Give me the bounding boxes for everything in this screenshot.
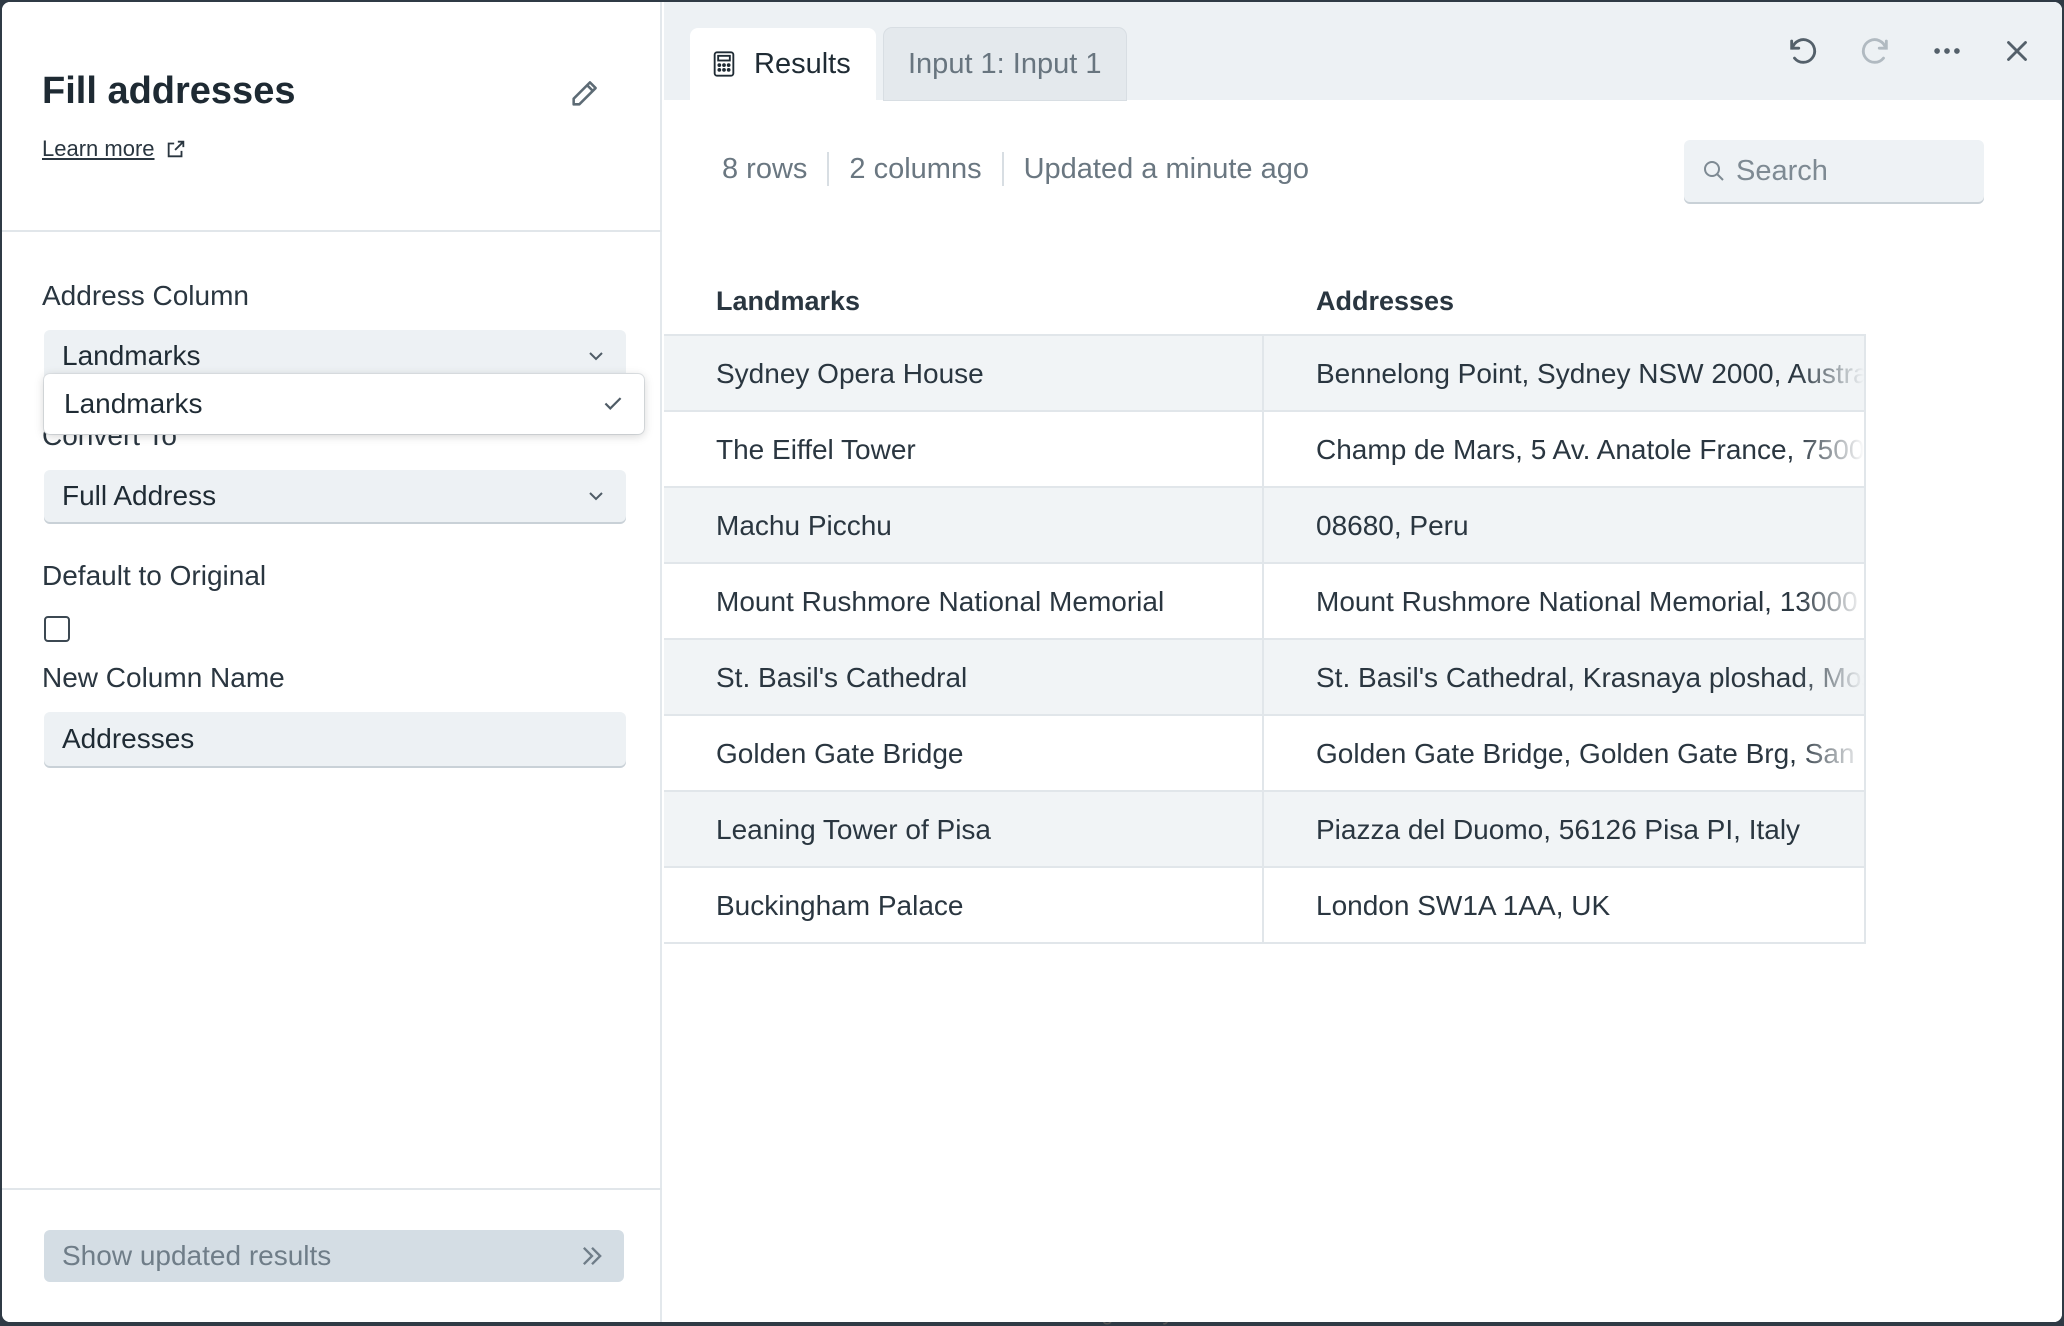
column-count: 2 columns	[849, 152, 982, 185]
chevron-down-icon	[589, 492, 603, 501]
address-cell: London SW1A 1AA, UK	[1316, 890, 1611, 921]
panel-title: Fill addresses	[42, 70, 296, 112]
double-chevron-right-icon	[583, 1247, 602, 1265]
check-icon	[604, 397, 622, 410]
pencil-icon[interactable]	[568, 76, 602, 110]
meta-divider	[827, 152, 830, 186]
table-body: Sydney Opera House Bennelong Point, Sydn…	[664, 334, 1866, 944]
column-header-landmarks[interactable]: Landmarks	[716, 286, 860, 317]
address-column-value: Landmarks	[62, 340, 201, 371]
table-header: Landmarks Addresses	[664, 272, 1864, 334]
landmark-cell: Machu Picchu	[716, 510, 892, 541]
calculator-icon	[713, 51, 735, 77]
landmark-cell: Leaning Tower of Pisa	[716, 814, 991, 845]
config-panel: Fill addresses Learn more Address Column…	[2, 2, 662, 1322]
table-row[interactable]: Golden Gate Bridge Golden Gate Bridge, G…	[664, 716, 1866, 792]
external-link-icon	[167, 140, 184, 158]
tab-results[interactable]: Results	[690, 28, 876, 100]
table-row[interactable]: The Eiffel Tower Champ de Mars, 5 Av. An…	[664, 412, 1866, 488]
fill-addresses-modal: Fill addresses Learn more Address Column…	[2, 2, 2062, 1322]
address-cell: Bennelong Point, Sydney NSW 2000, Austra…	[1316, 358, 1864, 389]
address-cell: Golden Gate Bridge, Golden Gate Brg, San…	[1316, 738, 1864, 769]
show-updated-results-button[interactable]: Show updated results	[44, 1230, 624, 1282]
table-row[interactable]: St. Basil's Cathedral St. Basil's Cathed…	[664, 640, 1866, 716]
tab-input-1[interactable]: Input 1: Input 1	[884, 28, 1126, 100]
footer-divider	[2, 1188, 662, 1190]
tab-bar: Results Input 1: Input 1	[664, 2, 2062, 100]
landmark-cell: Sydney Opera House	[716, 358, 984, 389]
search-placeholder: Search	[1736, 154, 1828, 187]
new-column-name-input[interactable]	[44, 712, 626, 766]
row-count: 8 rows	[722, 152, 808, 185]
address-cell: Mount Rushmore National Memorial, 13000 …	[1316, 586, 1864, 617]
results-panel: Results Input 1: Input 1 8 rows 2 column…	[664, 2, 2062, 1322]
landmark-cell: Buckingham Palace	[716, 890, 964, 921]
redo-icon[interactable]	[1858, 34, 1892, 68]
dropdown-option-label: Landmarks	[64, 388, 203, 419]
address-cell: Champ de Mars, 5 Av. Anatole France, 750…	[1316, 434, 1864, 465]
updated-timestamp: Updated a minute ago	[1023, 152, 1309, 185]
tab-results-label: Results	[754, 47, 851, 80]
landmark-cell: Golden Gate Bridge	[716, 738, 964, 769]
undo-icon[interactable]	[1786, 34, 1820, 68]
tab-input-1-label: Input 1: Input 1	[908, 47, 1102, 80]
default-original-label: Default to Original	[42, 560, 267, 591]
table-row[interactable]: Machu Picchu 08680, Peru	[664, 488, 1866, 564]
dropdown-option-landmarks[interactable]: Landmarks	[44, 374, 644, 434]
meta-divider	[1001, 152, 1004, 186]
address-column-label: Address Column	[42, 280, 249, 311]
convert-to-select[interactable]: Full Address	[44, 470, 626, 522]
table-row[interactable]: Mount Rushmore National Memorial Mount R…	[664, 564, 1866, 640]
search-input[interactable]: Search	[1684, 140, 1984, 202]
new-column-name-label: New Column Name	[42, 662, 285, 693]
show-updated-results-label: Show updated results	[62, 1240, 332, 1271]
learn-more-link[interactable]: Learn more	[42, 136, 187, 162]
address-cell: 08680, Peru	[1316, 510, 1469, 541]
results-meta: 8 rows 2 columns Updated a minute ago	[722, 152, 1309, 186]
table-row[interactable]: Sydney Opera House Bennelong Point, Sydn…	[664, 336, 1866, 412]
close-icon[interactable]	[2000, 34, 2034, 68]
more-options-icon[interactable]	[1930, 34, 1964, 68]
landmark-cell: Mount Rushmore National Memorial	[716, 586, 1165, 617]
table-row[interactable]: Buckingham Palace London SW1A 1AA, UK	[664, 868, 1866, 944]
default-original-checkbox[interactable]	[44, 616, 70, 642]
address-cell: St. Basil's Cathedral, Krasnaya ploshad,…	[1316, 662, 1864, 693]
chevron-down-icon	[589, 352, 603, 361]
search-icon	[1704, 161, 1724, 181]
results-table: Landmarks Addresses Sydney Opera House B…	[664, 272, 1866, 944]
address-cell: Piazza del Duomo, 56126 Pisa PI, Italy	[1316, 814, 1801, 845]
landmark-cell: The Eiffel Tower	[716, 434, 916, 465]
convert-to-value: Full Address	[62, 480, 217, 511]
landmark-cell: St. Basil's Cathedral	[716, 662, 968, 693]
table-row[interactable]: Leaning Tower of Pisa Piazza del Duomo, …	[664, 792, 1866, 868]
learn-more-label: Learn more	[42, 136, 155, 161]
panel-header: Fill addresses Learn more	[2, 2, 662, 232]
column-header-addresses[interactable]: Addresses	[1316, 286, 1454, 317]
